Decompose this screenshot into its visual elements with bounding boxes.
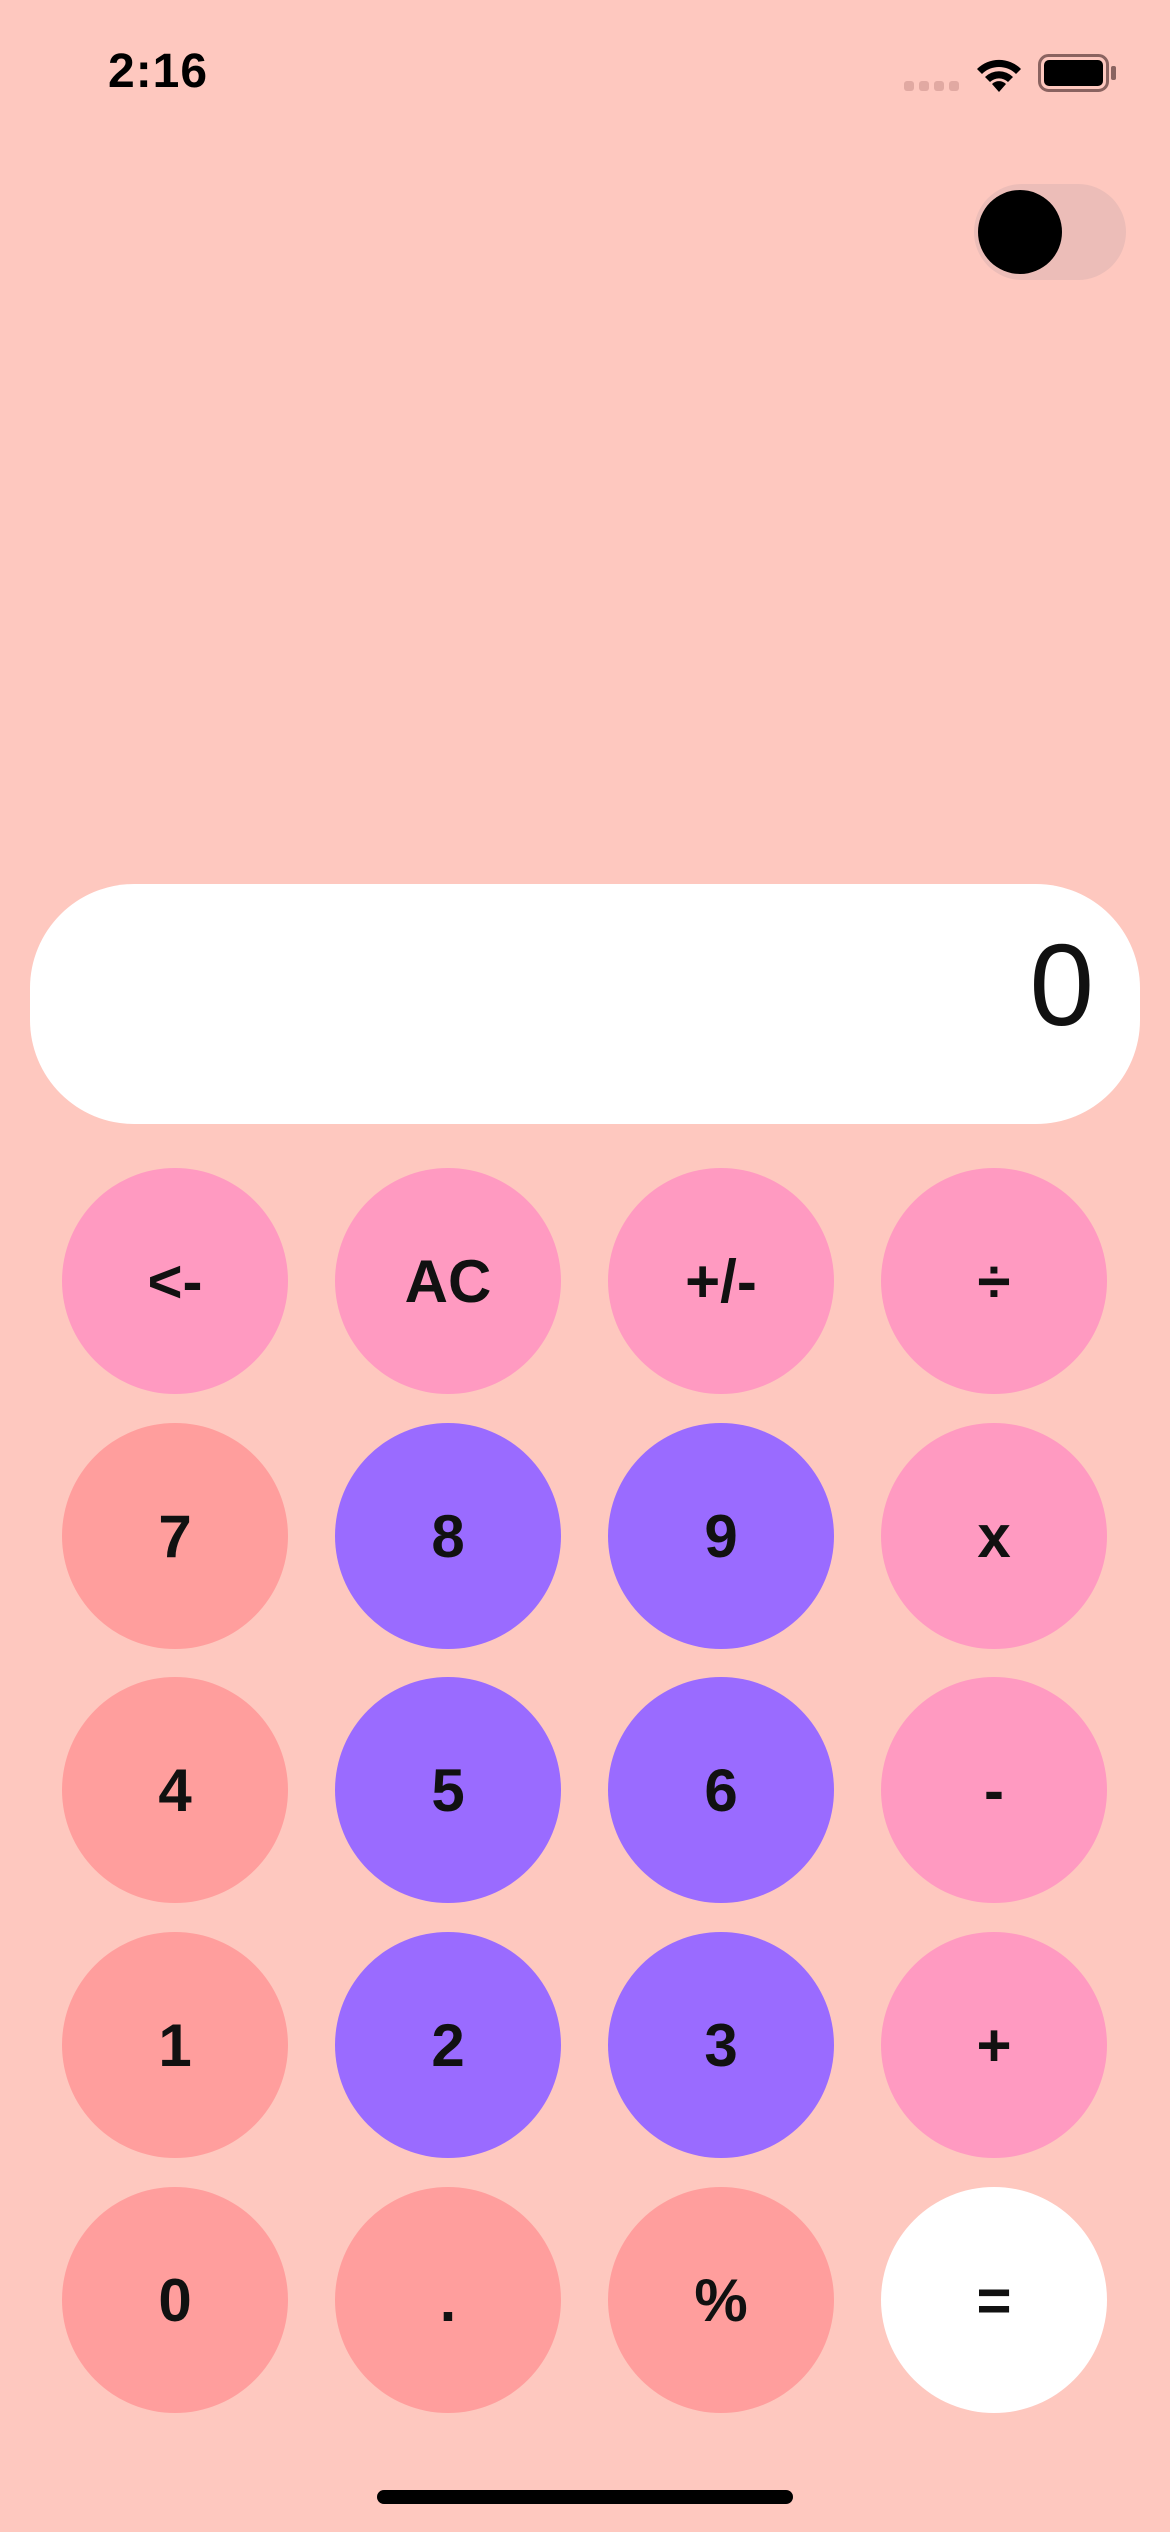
digit-7-button[interactable]: 7 xyxy=(62,1423,288,1649)
equals-button[interactable]: = xyxy=(881,2187,1107,2413)
add-button[interactable]: + xyxy=(881,1932,1107,2158)
decimal-button[interactable]: . xyxy=(335,2187,561,2413)
digit-6-button[interactable]: 6 xyxy=(608,1677,834,1903)
clear-button[interactable]: AC xyxy=(335,1168,561,1394)
calculator-display: 0 xyxy=(30,884,1140,1124)
digit-8-button[interactable]: 8 xyxy=(335,1423,561,1649)
theme-toggle[interactable] xyxy=(974,184,1126,280)
wifi-icon xyxy=(977,59,1021,92)
digit-2-button[interactable]: 2 xyxy=(335,1932,561,2158)
display-value: 0 xyxy=(1029,920,1094,1050)
status-time: 2:16 xyxy=(108,45,209,98)
signal-icon xyxy=(904,81,959,91)
digit-5-button[interactable]: 5 xyxy=(335,1677,561,1903)
digit-0-button[interactable]: 0 xyxy=(62,2187,288,2413)
digit-9-button[interactable]: 9 xyxy=(608,1423,834,1649)
digit-4-button[interactable]: 4 xyxy=(62,1677,288,1903)
home-indicator[interactable] xyxy=(377,2490,793,2504)
status-bar: 2:16 xyxy=(0,0,1170,150)
toggle-knob xyxy=(978,190,1062,274)
digit-3-button[interactable]: 3 xyxy=(608,1932,834,2158)
multiply-button[interactable]: x xyxy=(881,1423,1107,1649)
divide-button[interactable]: ÷ xyxy=(881,1168,1107,1394)
percent-button[interactable]: % xyxy=(608,2187,834,2413)
subtract-button[interactable]: - xyxy=(881,1677,1107,1903)
digit-1-button[interactable]: 1 xyxy=(62,1932,288,2158)
battery-icon xyxy=(1038,54,1116,92)
backspace-button[interactable]: <- xyxy=(62,1168,288,1394)
negate-button[interactable]: +/- xyxy=(608,1168,834,1394)
